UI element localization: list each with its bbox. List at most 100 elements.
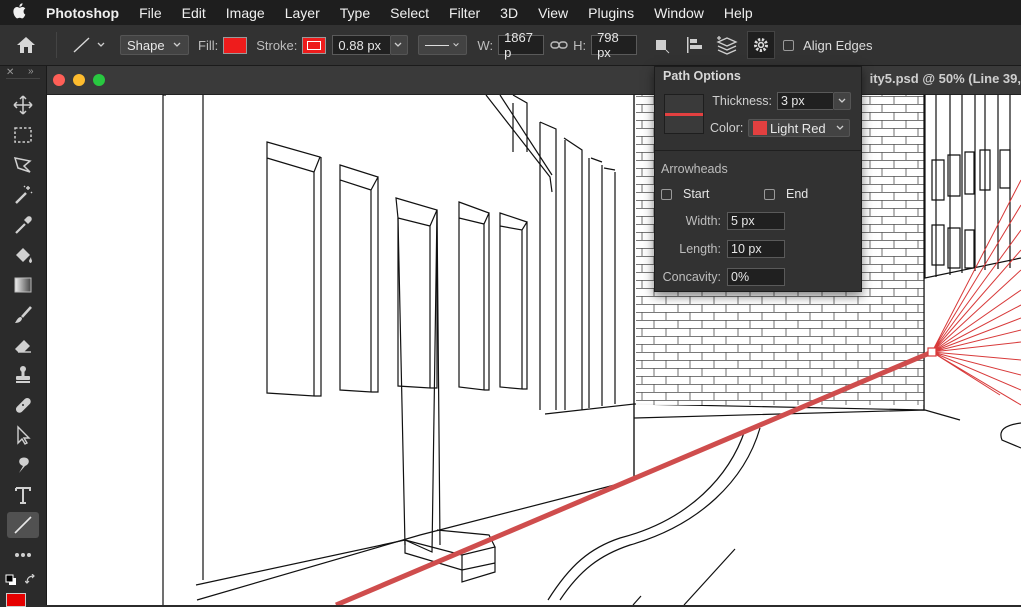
tool-preset-picker[interactable] (71, 35, 106, 55)
path-arrangement-button[interactable] (715, 34, 739, 56)
paint-bucket-icon (16, 248, 32, 263)
stroke-type-select[interactable] (418, 35, 468, 55)
arrow-length-input[interactable]: 10 px (727, 240, 785, 258)
height-input[interactable]: 798 px (591, 30, 638, 60)
menu-file[interactable]: File (129, 5, 172, 21)
chevron-down-icon (394, 42, 402, 47)
document-title: ity5.psd @ 50% (Line 39, (869, 71, 1021, 86)
smudge-icon (19, 457, 29, 473)
marquee-tool[interactable] (7, 122, 39, 148)
arrow-width-input[interactable]: 5 px (727, 212, 785, 230)
concavity-input[interactable]: 0% (727, 268, 785, 286)
start-arrow-checkbox[interactable] (661, 188, 672, 200)
gradient-icon (14, 277, 32, 293)
default-colors-icon (5, 574, 16, 585)
apple-icon[interactable] (0, 2, 38, 23)
menu-edit[interactable]: Edit (172, 5, 216, 21)
arrow-width-label: Width: (685, 214, 721, 228)
line-art-drawing (162, 95, 1021, 605)
stroke-swatch[interactable] (302, 36, 327, 54)
menu-filter[interactable]: Filter (439, 5, 490, 21)
zoom-window-button[interactable] (93, 74, 105, 86)
stroke-preview (664, 94, 704, 134)
path-operations-icon (656, 40, 670, 54)
lasso-tool[interactable] (7, 152, 39, 178)
stroke-swatch-inner (307, 40, 322, 50)
edit-toolbar-button[interactable] (7, 542, 39, 568)
arrow-length-label: Length: (679, 242, 721, 256)
eraser-tool[interactable] (7, 332, 39, 358)
eyedropper-tool[interactable] (7, 212, 39, 238)
end-arrow-checkbox[interactable] (764, 188, 775, 200)
toolbar: ✕ » (0, 66, 47, 607)
rectangle-marquee-icon (14, 127, 32, 143)
fill-swatch[interactable] (223, 36, 248, 54)
thickness-input[interactable]: 3 px (777, 92, 833, 110)
expand-panel-icon[interactable]: » (28, 66, 34, 77)
end-label: End (786, 187, 809, 201)
divider (6, 78, 40, 79)
more-icon (15, 553, 31, 557)
chevron-down-icon (97, 42, 105, 47)
chevron-down-icon (838, 98, 846, 103)
arrowheads-label: Arrowheads (661, 162, 728, 176)
fill-label: Fill: (198, 37, 219, 53)
menu-3d[interactable]: 3D (490, 5, 528, 21)
document-canvas[interactable] (47, 95, 1021, 605)
swap-colors-button[interactable] (24, 573, 37, 589)
width-input[interactable]: 1867 p (498, 30, 545, 60)
path-selection-tool[interactable] (7, 422, 39, 448)
menu-select[interactable]: Select (380, 5, 439, 21)
path-options-title: Path Options (663, 69, 741, 83)
path-options-gear-button[interactable] (747, 31, 776, 59)
concavity-label: Concavity: (662, 270, 721, 284)
menu-help[interactable]: Help (714, 5, 763, 21)
home-button[interactable] (16, 36, 36, 54)
color-chip (753, 121, 767, 135)
type-icon (15, 487, 31, 504)
healing-tool[interactable] (7, 392, 39, 418)
collapse-close-icon[interactable]: ✕ (6, 67, 14, 78)
app-name[interactable]: Photoshop (38, 5, 129, 21)
polygonal-lasso-icon (13, 157, 32, 173)
menu-type[interactable]: Type (330, 5, 380, 21)
align-edges-checkbox[interactable] (783, 39, 795, 51)
move-tool[interactable] (7, 92, 39, 118)
path-selection-icon (17, 425, 31, 445)
gradient-tool[interactable] (7, 272, 39, 298)
stroke-type-preview (425, 44, 450, 46)
chevron-down-icon (836, 125, 844, 130)
path-alignment-button[interactable] (683, 35, 705, 55)
color-select[interactable]: Light Red (748, 119, 850, 137)
paint-bucket-tool[interactable] (7, 242, 39, 268)
close-window-button[interactable] (53, 74, 65, 86)
stroke-label: Stroke: (256, 37, 298, 53)
magic-wand-tool[interactable] (7, 182, 39, 208)
default-colors-button[interactable] (5, 574, 17, 589)
minimize-window-button[interactable] (73, 74, 85, 86)
document-tab-bar: ity5.psd @ 50% (Line 39, (47, 66, 1021, 95)
width-label: W: (477, 37, 494, 53)
line-tool[interactable] (7, 512, 39, 538)
brush-tool[interactable] (7, 302, 39, 328)
magic-wand-icon (15, 185, 33, 204)
stroke-width-input[interactable]: 0.88 px (332, 35, 391, 55)
link-dimensions-button[interactable] (550, 39, 568, 51)
stamp-tool[interactable] (7, 362, 39, 388)
menu-bar: Photoshop File Edit Image Layer Type Sel… (0, 0, 1021, 25)
smudge-tool[interactable] (7, 452, 39, 478)
type-tool[interactable] (7, 482, 39, 508)
link-icon (550, 41, 568, 49)
menu-plugins[interactable]: Plugins (578, 5, 644, 21)
stroke-width-dropdown[interactable] (390, 35, 409, 55)
menu-window[interactable]: Window (644, 5, 714, 21)
path-operations-button[interactable] (651, 35, 673, 55)
menu-layer[interactable]: Layer (275, 5, 330, 21)
divider (56, 32, 57, 58)
thickness-dropdown[interactable] (833, 92, 851, 110)
menu-view[interactable]: View (528, 5, 578, 21)
mode-select[interactable]: Shape (120, 35, 189, 55)
move-icon (13, 95, 33, 115)
eraser-icon (15, 340, 31, 353)
menu-image[interactable]: Image (216, 5, 275, 21)
